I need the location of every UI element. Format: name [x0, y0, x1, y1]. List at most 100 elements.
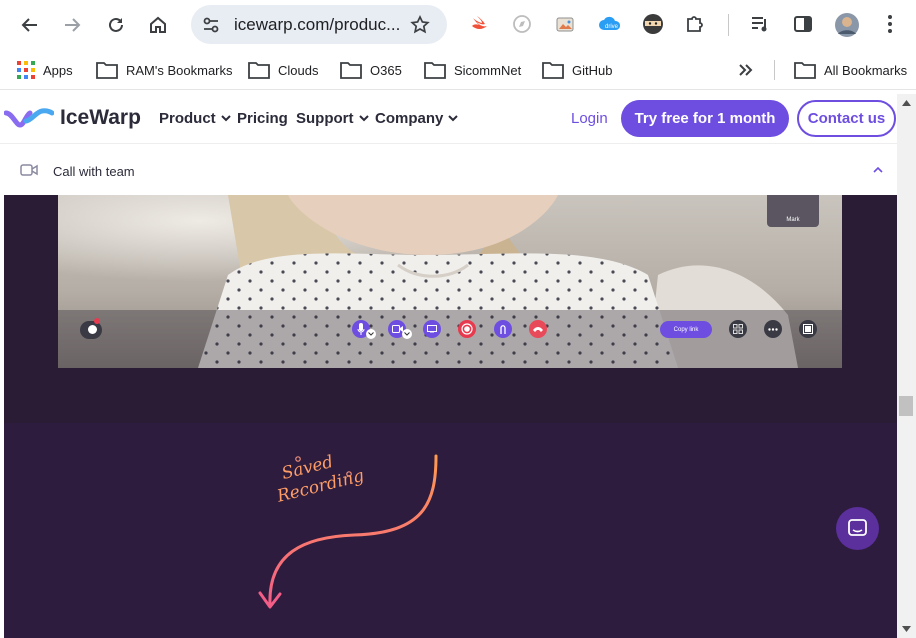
more-options-button[interactable]: [764, 320, 782, 338]
bookmark-clouds[interactable]: Clouds: [248, 58, 318, 82]
chat-message-icon: [848, 519, 867, 536]
nav-company-label: Company: [375, 110, 444, 127]
fullscreen-button[interactable]: [799, 320, 817, 338]
apps-grid-icon: [17, 61, 35, 79]
unread-dot: [94, 318, 100, 324]
kebab-menu-icon[interactable]: [882, 13, 898, 35]
bookmark-github[interactable]: GitHub: [542, 58, 612, 82]
forward-button[interactable]: [57, 10, 87, 40]
forward-arrow-icon: [65, 18, 81, 32]
nav-product-label: Product: [159, 110, 216, 127]
nav-support[interactable]: Support: [296, 110, 369, 127]
more-bookmarks-chevron-icon[interactable]: [738, 63, 754, 77]
folder-icon: [340, 62, 362, 79]
scroll-down-arrow-icon[interactable]: [902, 626, 911, 632]
bookmark-label: GitHub: [572, 62, 613, 78]
scrollbar-thumb[interactable]: [899, 396, 913, 416]
try-free-label: Try free for 1 month: [634, 110, 776, 127]
bookmark-apps[interactable]: Apps: [17, 58, 73, 82]
reload-icon: [109, 17, 123, 32]
ninja-extension-icon[interactable]: [641, 12, 665, 36]
login-link[interactable]: Login: [571, 110, 608, 127]
back-arrow-icon: [21, 18, 37, 32]
chevron-down-icon: [368, 332, 374, 336]
screen-share-button[interactable]: [423, 320, 441, 338]
icewarp-logo-icon: [4, 108, 54, 128]
nav-pricing[interactable]: Pricing: [237, 110, 288, 127]
nav-product[interactable]: Product: [159, 110, 231, 127]
participant-thumbnail[interactable]: Mark: [767, 195, 819, 227]
camera-options-button[interactable]: [402, 329, 412, 339]
chevron-down-icon: [404, 332, 410, 336]
record-icon: [461, 323, 473, 335]
call-window-titlebar: Call with team: [4, 145, 897, 195]
browser-toolbar: icewarp.com/produc... drive: [0, 0, 916, 50]
bookmark-label: RAM's Bookmarks: [126, 62, 233, 78]
chat-widget-button[interactable]: [836, 507, 879, 550]
compass-extension-icon[interactable]: [512, 14, 532, 34]
nav-support-label: Support: [296, 110, 354, 127]
mic-options-button[interactable]: [366, 329, 376, 339]
bookmark-sicommnet[interactable]: SicommNet: [424, 58, 521, 82]
icewarp-logo[interactable]: IceWarp: [4, 106, 141, 130]
side-panel-icon[interactable]: [793, 14, 813, 34]
bookmark-label: Clouds: [278, 62, 319, 78]
reload-button[interactable]: [101, 10, 131, 40]
call-title: Call with team: [53, 164, 135, 179]
end-call-button[interactable]: [529, 320, 547, 338]
address-bar[interactable]: icewarp.com/produc...: [191, 5, 447, 44]
profile-avatar-icon[interactable]: [834, 12, 860, 38]
bookmark-all-bookmarks[interactable]: All Bookmarks: [794, 58, 907, 82]
microphone-icon: [357, 323, 365, 335]
bookmark-label: O365: [370, 62, 402, 78]
url-text: icewarp.com/produc...: [234, 15, 401, 34]
scroll-up-arrow-icon[interactable]: [902, 100, 911, 106]
gallery-extension-icon[interactable]: [555, 14, 577, 34]
cloud-extension-icon[interactable]: drive: [598, 13, 622, 35]
chat-bubble-icon: [88, 325, 97, 334]
contact-us-label: Contact us: [807, 110, 886, 127]
page-scrollbar[interactable]: [897, 94, 916, 638]
bookmarks-divider: [774, 60, 775, 80]
folder-icon: [424, 62, 446, 79]
copy-link-label: Copy link: [673, 326, 699, 333]
raise-hand-button[interactable]: [494, 320, 512, 338]
toolbar-divider: [728, 14, 729, 36]
bookmarks-bar: Apps RAM's Bookmarks Clouds O365 SicommN…: [0, 50, 916, 90]
home-button[interactable]: [143, 10, 173, 40]
nav-pricing-label: Pricing: [237, 110, 288, 127]
feature-section: Saved Recording: [4, 423, 897, 638]
folder-icon: [542, 62, 564, 79]
chat-toggle-button[interactable]: [80, 318, 102, 339]
contact-us-button[interactable]: Contact us: [797, 100, 896, 137]
grid-icon: [733, 324, 743, 334]
bookmark-o365[interactable]: O365: [340, 58, 402, 82]
svg-text:drive: drive: [605, 24, 619, 30]
bookmark-rams[interactable]: RAM's Bookmarks: [96, 58, 233, 82]
nav-company[interactable]: Company: [375, 110, 459, 127]
grid-layout-button[interactable]: [729, 320, 747, 338]
more-dots-icon: [768, 328, 778, 331]
site-info-icon[interactable]: [202, 17, 220, 33]
fullscreen-icon: [803, 324, 813, 334]
media-controls-icon[interactable]: [750, 14, 770, 34]
bookmark-label: All Bookmarks: [824, 62, 908, 78]
site-header: IceWarp Product Pricing Support Company …: [0, 94, 897, 144]
chevron-up-icon[interactable]: [873, 166, 883, 173]
monitor-icon: [427, 325, 437, 333]
back-button[interactable]: [15, 10, 45, 40]
puzzle-extensions-icon[interactable]: [684, 13, 706, 35]
copy-link-button[interactable]: Copy link: [660, 321, 712, 338]
record-button[interactable]: [458, 320, 476, 338]
home-icon: [150, 16, 166, 33]
star-bookmark-icon[interactable]: [410, 15, 430, 35]
saved-recording-arrow-icon: [258, 454, 438, 609]
chevron-down-icon: [220, 115, 231, 122]
folder-icon: [96, 62, 118, 79]
bookmark-label: Apps: [43, 62, 73, 78]
swift-extension-icon[interactable]: [470, 14, 490, 34]
web-page: IceWarp Product Pricing Support Company …: [0, 94, 897, 638]
try-free-button[interactable]: Try free for 1 month: [621, 100, 789, 137]
participant-video-image: [58, 195, 842, 368]
folder-icon: [248, 62, 270, 79]
